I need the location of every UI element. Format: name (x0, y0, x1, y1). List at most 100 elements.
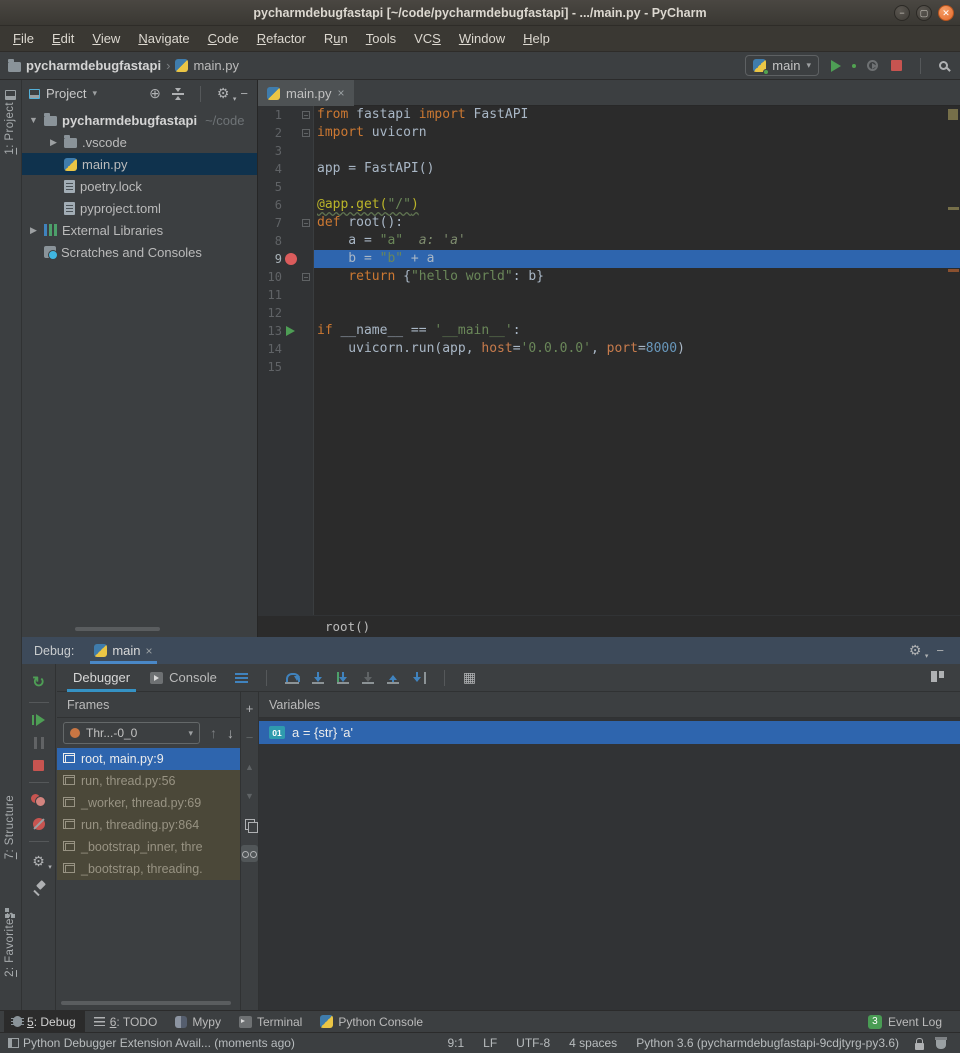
toolwindow-tab-mypy[interactable]: Mypy (166, 1011, 230, 1033)
toolwindow-toggle-icon[interactable] (8, 1038, 19, 1048)
pin-icon[interactable] (33, 881, 45, 894)
close-icon[interactable]: × (146, 644, 153, 658)
pause-icon[interactable] (34, 737, 44, 749)
restore-layout-icon[interactable] (931, 671, 944, 682)
status-widget[interactable]: 4 spaces (569, 1036, 617, 1050)
gutter-cell[interactable] (282, 304, 299, 322)
status-widget[interactable]: UTF-8 (516, 1036, 550, 1050)
line-number[interactable]: 4 (258, 160, 282, 178)
toolwindow-tab-terminal[interactable]: Terminal (230, 1011, 311, 1033)
hide-icon[interactable]: − (240, 86, 248, 101)
close-icon[interactable]: × (338, 86, 345, 100)
layout-menu-icon[interactable] (235, 673, 248, 683)
settings-icon[interactable]: ⚙ (217, 85, 230, 102)
line-number[interactable]: 13 (258, 322, 282, 340)
menu-tools[interactable]: Tools (357, 31, 405, 46)
menu-refactor[interactable]: Refactor (248, 31, 315, 46)
thread-selector[interactable]: Thr...-0_0 ▾ (63, 722, 200, 744)
menu-navigate[interactable]: Navigate (129, 31, 198, 46)
stop-icon[interactable] (891, 60, 902, 71)
show-watches-icon[interactable] (241, 845, 258, 862)
inspection-status-marker[interactable] (948, 109, 958, 120)
code-line-2[interactable]: 2import uvicorn (258, 124, 960, 142)
sidebar-item-project[interactable]: 1: Project (4, 102, 16, 155)
gutter-cell[interactable] (282, 124, 299, 142)
evaluate-expression-icon[interactable]: ▦ (463, 669, 476, 686)
hide-icon[interactable]: − (936, 643, 944, 658)
tree-item-external-libraries[interactable]: ▶External Libraries (22, 219, 257, 241)
view-breakpoints-icon[interactable] (31, 794, 46, 807)
run-icon[interactable] (831, 60, 841, 72)
line-number[interactable]: 11 (258, 286, 282, 304)
fold-marker-icon[interactable] (302, 129, 310, 137)
gutter-cell[interactable] (282, 142, 299, 160)
collapse-all-icon[interactable] (172, 88, 184, 100)
status-widget[interactable]: 9:1 (447, 1036, 464, 1050)
code-line-4[interactable]: 4app = FastAPI() (258, 160, 960, 178)
run-gutter[interactable] (282, 322, 299, 340)
line-number[interactable]: 6 (258, 196, 282, 214)
gutter-cell[interactable] (282, 106, 299, 124)
code-line-9[interactable]: 9 b = "b" + a (258, 250, 960, 268)
menu-file[interactable]: File (4, 31, 43, 46)
toolwindow-tab-5-debug[interactable]: 5: Debug (4, 1011, 85, 1033)
menu-edit[interactable]: Edit (43, 31, 83, 46)
code-line-10[interactable]: 10 return {"hello world": b} (258, 268, 960, 286)
tab-debugger[interactable]: Debugger (63, 664, 140, 692)
menu-run[interactable]: Run (315, 31, 357, 46)
minimize-button[interactable]: − (894, 5, 910, 21)
stop-icon[interactable] (33, 760, 44, 771)
remove-icon[interactable]: − (241, 729, 258, 746)
next-frame-button[interactable]: ↓ (227, 725, 234, 741)
gutter-cell[interactable] (282, 358, 299, 376)
toolwindow-tab-6-todo[interactable]: 6: TODO (85, 1011, 167, 1033)
code-line-11[interactable]: 11 (258, 286, 960, 304)
locate-icon[interactable]: ⊕ (149, 85, 161, 102)
fold-marker-icon[interactable] (302, 111, 310, 119)
line-number[interactable]: 15 (258, 358, 282, 376)
chevron-right-icon[interactable]: ▶ (28, 225, 39, 236)
hector-icon[interactable] (936, 1040, 946, 1049)
debug-session-tab[interactable]: main × (90, 637, 156, 664)
run-config-select[interactable]: main ▾ (745, 55, 819, 76)
gutter-cell[interactable] (282, 286, 299, 304)
title-bar[interactable]: pycharmdebugfastapi [~/code/pycharmdebug… (0, 0, 960, 26)
status-widget[interactable]: Python 3.6 (pycharmdebugfastapi-9cdjtyrg… (636, 1036, 899, 1050)
fold-marker-icon[interactable] (302, 219, 310, 227)
step-out-icon[interactable] (387, 672, 399, 684)
step-into-icon[interactable] (312, 672, 324, 684)
line-number[interactable]: 14 (258, 340, 282, 358)
force-step-into-icon[interactable] (362, 672, 374, 684)
frame-row[interactable]: _bootstrap, threading. (57, 858, 240, 880)
sidebar-item-structure[interactable]: 7: Structure (4, 795, 16, 859)
breakpoint-stripe-marker[interactable] (948, 269, 959, 272)
step-into-my-code-icon[interactable] (337, 672, 349, 684)
gutter-cell[interactable] (282, 178, 299, 196)
tree-item-pyproject-toml[interactable]: pyproject.toml (22, 197, 257, 219)
code-line-14[interactable]: 14 uvicorn.run(app, host='0.0.0.0', port… (258, 340, 960, 358)
previous-frame-button[interactable]: ↑ (210, 725, 217, 741)
move-up-icon[interactable]: ▲ (241, 758, 258, 775)
toolwindow-tab-python-console[interactable]: Python Console (311, 1011, 432, 1033)
code-line-3[interactable]: 3 (258, 142, 960, 160)
code-line-5[interactable]: 5 (258, 178, 960, 196)
status-widget[interactable]: LF (483, 1036, 497, 1050)
code-line-12[interactable]: 12 (258, 304, 960, 322)
variable-row[interactable]: 01a = {str} 'a' (259, 721, 960, 744)
project-scrollbar[interactable] (75, 627, 160, 631)
tree-item-poetry-lock[interactable]: poetry.lock (22, 175, 257, 197)
menu-window[interactable]: Window (450, 31, 514, 46)
breakpoint-icon[interactable] (285, 253, 297, 265)
frame-row[interactable]: run, threading.py:864 (57, 814, 240, 836)
event-log-button[interactable]: 3Event Log (868, 1015, 956, 1029)
rerun-icon[interactable]: ↻ (32, 673, 45, 691)
tree-item-scratches-and-consoles[interactable]: Scratches and Consoles (22, 241, 257, 263)
line-number[interactable]: 3 (258, 142, 282, 160)
search-icon[interactable] (939, 61, 948, 70)
run-arrow-icon[interactable] (286, 326, 295, 336)
gutter-cell[interactable] (282, 340, 299, 358)
gutter-cell[interactable] (282, 160, 299, 178)
tab-console[interactable]: Console (140, 664, 227, 692)
menu-view[interactable]: View (83, 31, 129, 46)
frame-row[interactable]: root, main.py:9 (57, 748, 240, 770)
